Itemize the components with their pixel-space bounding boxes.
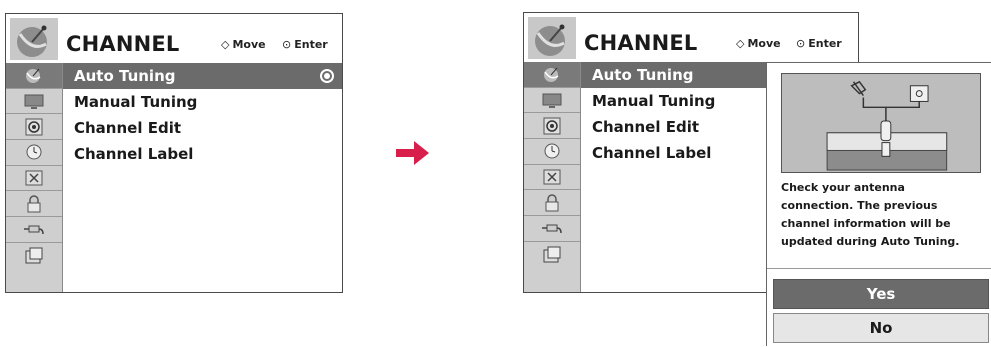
enter-button-icon: ⊙ bbox=[796, 37, 806, 50]
satellite-dish-icon bbox=[528, 17, 576, 59]
move-arrows-icon: ◇ bbox=[736, 37, 745, 50]
satellite-dish-icon bbox=[544, 68, 559, 83]
move-hint: ◇ Move bbox=[736, 37, 781, 50]
sidebar-item-lock[interactable] bbox=[6, 191, 62, 218]
menu-item-channel-label[interactable]: Channel Label bbox=[63, 141, 342, 167]
menu-item-label: Channel Label bbox=[74, 145, 194, 163]
menu-item-label: Auto Tuning bbox=[592, 66, 694, 84]
sidebar-item-media[interactable] bbox=[6, 243, 62, 269]
option-icon bbox=[25, 170, 43, 186]
antenna-connection-diagram bbox=[781, 73, 981, 173]
no-button[interactable]: No bbox=[773, 313, 989, 343]
sidebar-item-picture[interactable] bbox=[6, 89, 62, 115]
menu-item-label: Channel Label bbox=[592, 144, 712, 162]
menu-item-auto-tuning[interactable]: Auto Tuning bbox=[63, 63, 342, 89]
menu-header: CHANNEL ◇ Move ⊙ Enter bbox=[524, 13, 858, 62]
lock-icon bbox=[27, 195, 41, 213]
menu-item-channel-edit[interactable]: Channel Edit bbox=[63, 115, 342, 141]
sidebar-item-time[interactable] bbox=[6, 140, 62, 166]
sidebar-item-input[interactable] bbox=[6, 217, 62, 243]
menu-item-manual-tuning[interactable]: Manual Tuning bbox=[63, 89, 342, 115]
satellite-dish-icon bbox=[10, 18, 58, 60]
category-sidebar bbox=[524, 62, 581, 292]
menu-item-label: Channel Edit bbox=[592, 118, 699, 136]
enter-button-icon: ⊙ bbox=[282, 38, 292, 51]
picture-icon bbox=[542, 93, 562, 109]
enter-hint: ⊙ Enter bbox=[796, 37, 842, 50]
menu-item-label: Manual Tuning bbox=[592, 92, 716, 110]
sidebar-item-option[interactable] bbox=[524, 165, 580, 191]
enter-hint: ⊙ Enter bbox=[282, 38, 328, 51]
auto-tuning-dialog: Check your antenna connection. The previ… bbox=[766, 62, 991, 346]
menu-item-label: Auto Tuning bbox=[74, 67, 176, 85]
sidebar-item-option[interactable] bbox=[6, 166, 62, 192]
media-icon bbox=[543, 246, 561, 263]
menu-items: Auto Tuning Manual Tuning Channel Edit C… bbox=[63, 63, 342, 167]
option-icon bbox=[543, 169, 561, 185]
lock-icon bbox=[545, 194, 559, 212]
time-icon bbox=[26, 144, 42, 160]
menu-item-label: Manual Tuning bbox=[74, 93, 198, 111]
radio-selected-icon bbox=[320, 69, 334, 83]
menu-title: CHANNEL bbox=[66, 32, 180, 56]
category-sidebar bbox=[6, 63, 63, 292]
input-icon bbox=[24, 225, 44, 235]
dialog-divider bbox=[767, 268, 991, 269]
sidebar-item-audio[interactable] bbox=[524, 113, 580, 140]
sidebar-item-audio[interactable] bbox=[6, 114, 62, 141]
right-arrow-icon bbox=[396, 141, 429, 165]
sidebar-item-channel[interactable] bbox=[524, 62, 580, 88]
sidebar-item-lock[interactable] bbox=[524, 190, 580, 217]
channel-menu-before: CHANNEL ◇ Move ⊙ Enter Auto Tuning Manua… bbox=[5, 13, 343, 293]
picture-icon bbox=[24, 94, 44, 110]
sidebar-item-picture[interactable] bbox=[524, 88, 580, 114]
menu-title: CHANNEL bbox=[584, 31, 698, 55]
menu-header: CHANNEL ◇ Move ⊙ Enter bbox=[6, 14, 342, 63]
time-icon bbox=[544, 143, 560, 159]
sidebar-item-time[interactable] bbox=[524, 139, 580, 165]
dialog-message: Check your antenna connection. The previ… bbox=[781, 181, 960, 248]
audio-icon bbox=[543, 117, 561, 135]
sidebar-item-media[interactable] bbox=[524, 242, 580, 268]
audio-icon bbox=[25, 118, 43, 136]
satellite-dish-icon bbox=[26, 69, 41, 84]
menu-item-label: Channel Edit bbox=[74, 119, 181, 137]
sidebar-item-input[interactable] bbox=[524, 216, 580, 242]
sidebar-item-channel[interactable] bbox=[6, 63, 62, 89]
move-hint: ◇ Move bbox=[221, 38, 266, 51]
input-icon bbox=[542, 224, 562, 234]
yes-button[interactable]: Yes bbox=[773, 279, 989, 309]
move-arrows-icon: ◇ bbox=[221, 38, 230, 51]
media-icon bbox=[25, 247, 43, 264]
